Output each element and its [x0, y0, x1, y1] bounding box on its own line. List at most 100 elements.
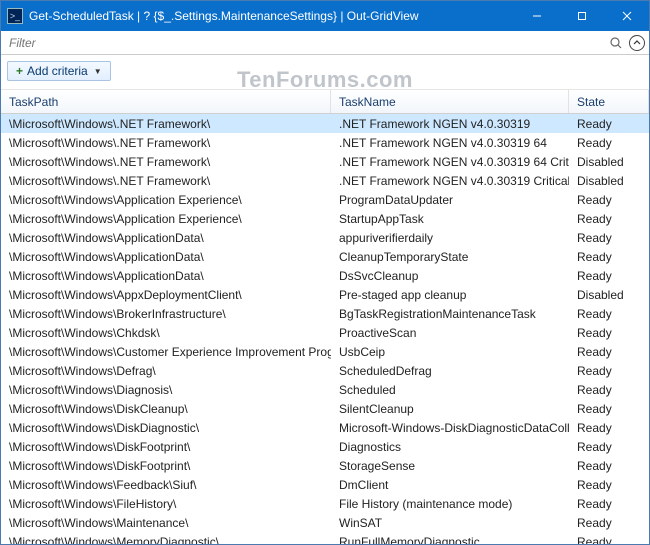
cell-taskname: StartupAppTask: [331, 210, 569, 228]
table-row[interactable]: \Microsoft\Windows\Maintenance\WinSATRea…: [1, 513, 649, 532]
titlebar[interactable]: >_ Get-ScheduledTask | ? {$_.Settings.Ma…: [1, 1, 649, 31]
cell-state: Ready: [569, 514, 649, 532]
cell-state: Ready: [569, 533, 649, 545]
cell-taskpath: \Microsoft\Windows\ApplicationData\: [1, 248, 331, 266]
cell-taskpath: \Microsoft\Windows\Diagnosis\: [1, 381, 331, 399]
criteria-bar: + Add criteria ▼: [1, 55, 649, 90]
cell-state: Disabled: [569, 153, 649, 171]
cell-taskname: File History (maintenance mode): [331, 495, 569, 513]
cell-taskname: .NET Framework NGEN v4.0.30319 64 Critic…: [331, 153, 569, 171]
cell-taskpath: \Microsoft\Windows\ApplicationData\: [1, 267, 331, 285]
cell-state: Disabled: [569, 172, 649, 190]
cell-taskname: .NET Framework NGEN v4.0.30319: [331, 115, 569, 133]
table-row[interactable]: \Microsoft\Windows\MemoryDiagnostic\RunF…: [1, 532, 649, 544]
cell-taskname: WinSAT: [331, 514, 569, 532]
filter-bar: [1, 31, 649, 55]
table-row[interactable]: \Microsoft\Windows\Application Experienc…: [1, 190, 649, 209]
cell-state: Ready: [569, 495, 649, 513]
cell-taskpath: \Microsoft\Windows\.NET Framework\: [1, 134, 331, 152]
cell-taskname: appuriverifierdaily: [331, 229, 569, 247]
cell-state: Ready: [569, 134, 649, 152]
cell-taskpath: \Microsoft\Windows\Customer Experience I…: [1, 343, 331, 361]
cell-taskname: Scheduled: [331, 381, 569, 399]
cell-taskname: ScheduledDefrag: [331, 362, 569, 380]
table-row[interactable]: \Microsoft\Windows\DiskFootprint\Storage…: [1, 456, 649, 475]
table-row[interactable]: \Microsoft\Windows\Feedback\Siuf\DmClien…: [1, 475, 649, 494]
cell-taskpath: \Microsoft\Windows\DiskCleanup\: [1, 400, 331, 418]
table-row[interactable]: \Microsoft\Windows\FileHistory\File Hist…: [1, 494, 649, 513]
table-row[interactable]: \Microsoft\Windows\.NET Framework\.NET F…: [1, 152, 649, 171]
cell-taskpath: \Microsoft\Windows\FileHistory\: [1, 495, 331, 513]
table-row[interactable]: \Microsoft\Windows\Chkdsk\ProactiveScanR…: [1, 323, 649, 342]
plus-icon: +: [16, 64, 23, 78]
table-row[interactable]: \Microsoft\Windows\Customer Experience I…: [1, 342, 649, 361]
table-row[interactable]: \Microsoft\Windows\.NET Framework\.NET F…: [1, 133, 649, 152]
table-row[interactable]: \Microsoft\Windows\.NET Framework\.NET F…: [1, 171, 649, 190]
expand-filter-icon[interactable]: [629, 35, 645, 51]
table-row[interactable]: \Microsoft\Windows\AppxDeploymentClient\…: [1, 285, 649, 304]
search-icon[interactable]: [609, 36, 623, 50]
cell-taskname: Diagnostics: [331, 438, 569, 456]
cell-state: Ready: [569, 438, 649, 456]
table-row[interactable]: \Microsoft\Windows\ApplicationData\appur…: [1, 228, 649, 247]
cell-state: Ready: [569, 210, 649, 228]
cell-taskname: .NET Framework NGEN v4.0.30319 Critical: [331, 172, 569, 190]
powershell-icon: >_: [7, 8, 23, 24]
cell-state: Ready: [569, 324, 649, 342]
cell-taskpath: \Microsoft\Windows\ApplicationData\: [1, 229, 331, 247]
cell-state: Disabled: [569, 286, 649, 304]
cell-taskname: RunFullMemoryDiagnostic: [331, 533, 569, 545]
cell-taskpath: \Microsoft\Windows\DiskFootprint\: [1, 457, 331, 475]
cell-taskname: DmClient: [331, 476, 569, 494]
cell-taskpath: \Microsoft\Windows\.NET Framework\: [1, 172, 331, 190]
table-row[interactable]: \Microsoft\Windows\.NET Framework\.NET F…: [1, 114, 649, 133]
cell-taskpath: \Microsoft\Windows\Application Experienc…: [1, 191, 331, 209]
cell-state: Ready: [569, 343, 649, 361]
cell-taskpath: \Microsoft\Windows\BrokerInfrastructure\: [1, 305, 331, 323]
cell-taskname: CleanupTemporaryState: [331, 248, 569, 266]
cell-taskpath: \Microsoft\Windows\DiskDiagnostic\: [1, 419, 331, 437]
maximize-button[interactable]: [559, 1, 604, 31]
table-row[interactable]: \Microsoft\Windows\ApplicationData\Clean…: [1, 247, 649, 266]
cell-state: Ready: [569, 229, 649, 247]
cell-taskname: UsbCeip: [331, 343, 569, 361]
grid-body[interactable]: \Microsoft\Windows\.NET Framework\.NET F…: [1, 114, 649, 544]
cell-taskname: SilentCleanup: [331, 400, 569, 418]
cell-taskname: ProactiveScan: [331, 324, 569, 342]
cell-taskname: BgTaskRegistrationMaintenanceTask: [331, 305, 569, 323]
table-row[interactable]: \Microsoft\Windows\DiskDiagnostic\Micros…: [1, 418, 649, 437]
window-buttons: [514, 1, 649, 31]
column-header-taskpath[interactable]: TaskPath: [1, 90, 331, 113]
filter-input[interactable]: [5, 34, 609, 52]
cell-taskpath: \Microsoft\Windows\MemoryDiagnostic\: [1, 533, 331, 545]
table-row[interactable]: \Microsoft\Windows\Application Experienc…: [1, 209, 649, 228]
table-row[interactable]: \Microsoft\Windows\DiskCleanup\SilentCle…: [1, 399, 649, 418]
cell-taskname: ProgramDataUpdater: [331, 191, 569, 209]
cell-taskname: .NET Framework NGEN v4.0.30319 64: [331, 134, 569, 152]
cell-state: Ready: [569, 362, 649, 380]
add-criteria-button[interactable]: + Add criteria ▼: [7, 61, 111, 81]
table-row[interactable]: \Microsoft\Windows\ApplicationData\DsSvc…: [1, 266, 649, 285]
cell-taskpath: \Microsoft\Windows\Feedback\Siuf\: [1, 476, 331, 494]
table-row[interactable]: \Microsoft\Windows\BrokerInfrastructure\…: [1, 304, 649, 323]
cell-taskpath: \Microsoft\Windows\Chkdsk\: [1, 324, 331, 342]
cell-state: Ready: [569, 191, 649, 209]
column-header-taskname[interactable]: TaskName: [331, 90, 569, 113]
table-row[interactable]: \Microsoft\Windows\Diagnosis\ScheduledRe…: [1, 380, 649, 399]
column-header-state[interactable]: State: [569, 90, 649, 113]
cell-state: Ready: [569, 248, 649, 266]
cell-state: Ready: [569, 305, 649, 323]
cell-taskpath: \Microsoft\Windows\Defrag\: [1, 362, 331, 380]
cell-state: Ready: [569, 419, 649, 437]
close-button[interactable]: [604, 1, 649, 31]
cell-taskpath: \Microsoft\Windows\Maintenance\: [1, 514, 331, 532]
window: >_ Get-ScheduledTask | ? {$_.Settings.Ma…: [0, 0, 650, 545]
cell-taskname: Pre-staged app cleanup: [331, 286, 569, 304]
cell-taskname: Microsoft-Windows-DiskDiagnosticDataColl…: [331, 419, 569, 437]
table-row[interactable]: \Microsoft\Windows\DiskFootprint\Diagnos…: [1, 437, 649, 456]
cell-taskpath: \Microsoft\Windows\.NET Framework\: [1, 115, 331, 133]
cell-state: Ready: [569, 267, 649, 285]
table-row[interactable]: \Microsoft\Windows\Defrag\ScheduledDefra…: [1, 361, 649, 380]
cell-taskname: DsSvcCleanup: [331, 267, 569, 285]
minimize-button[interactable]: [514, 1, 559, 31]
